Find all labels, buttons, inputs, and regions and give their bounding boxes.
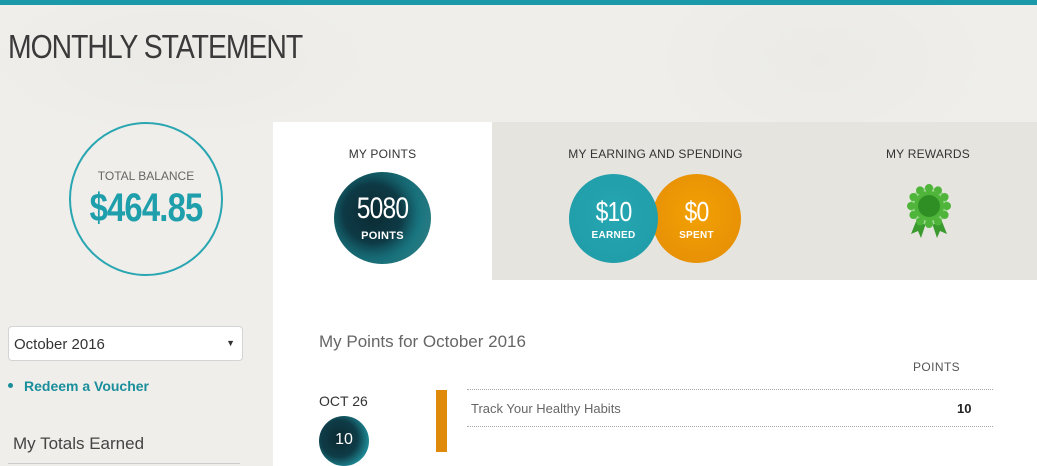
month-select[interactable]: October 2016 ▼ — [8, 326, 243, 361]
tab-my-rewards-label: MY REWARDS — [885, 147, 970, 161]
tab-earning-spending[interactable]: MY EARNING AND SPENDING $10 EARNED $0 SP… — [492, 122, 819, 280]
entry-color-bar — [436, 390, 447, 452]
points-detail-panel: My Points for October 2016 POINTS OCT 26… — [273, 280, 1037, 466]
total-balance-amount: $464.85 — [89, 186, 204, 230]
points-total-value: 5080 — [356, 192, 409, 225]
tab-my-rewards[interactable]: MY REWARDS — [819, 122, 1037, 280]
redeem-voucher-label: Redeem a Voucher — [24, 378, 150, 394]
earned-unit: EARNED — [591, 230, 636, 241]
tab-my-points[interactable]: MY POINTS 5080 POINTS — [273, 122, 492, 296]
redeem-voucher-link[interactable]: Redeem a Voucher — [8, 378, 149, 394]
chevron-down-icon: ▼ — [226, 338, 235, 348]
total-balance-label: TOTAL BALANCE — [97, 169, 195, 183]
day-points-value: 10 — [335, 431, 353, 448]
entry-title: Track Your Healthy Habits — [471, 401, 621, 416]
divider — [467, 426, 993, 427]
earned-circle: $10 EARNED — [569, 174, 658, 263]
bullet-icon — [8, 383, 13, 389]
month-select-value: October 2016 — [14, 336, 105, 353]
entry-points: 10 — [957, 401, 972, 416]
top-accent-bar — [0, 0, 1037, 5]
points-detail-heading: My Points for October 2016 — [319, 332, 526, 351]
divider — [467, 389, 993, 390]
spent-value: $0 — [684, 196, 710, 227]
points-total-circle: 5080 POINTS — [334, 172, 431, 264]
award-ribbon-icon — [907, 184, 951, 238]
points-column-header: POINTS — [913, 360, 961, 374]
spent-circle: $0 SPENT — [652, 174, 741, 263]
points-total-unit: POINTS — [361, 230, 404, 242]
tab-earning-spending-label: MY EARNING AND SPENDING — [568, 147, 743, 161]
divider — [8, 463, 240, 464]
entry-date: OCT 26 — [319, 393, 368, 409]
spent-unit: SPENT — [679, 230, 714, 241]
tab-my-points-label: MY POINTS — [348, 147, 417, 161]
day-points-circle: 10 — [319, 416, 369, 466]
totals-earned-heading: My Totals Earned — [13, 434, 145, 453]
total-balance-circle: TOTAL BALANCE $464.85 — [69, 122, 223, 276]
earned-value: $10 — [595, 196, 633, 227]
page-title: MONTHLY STATEMENT — [8, 28, 303, 65]
